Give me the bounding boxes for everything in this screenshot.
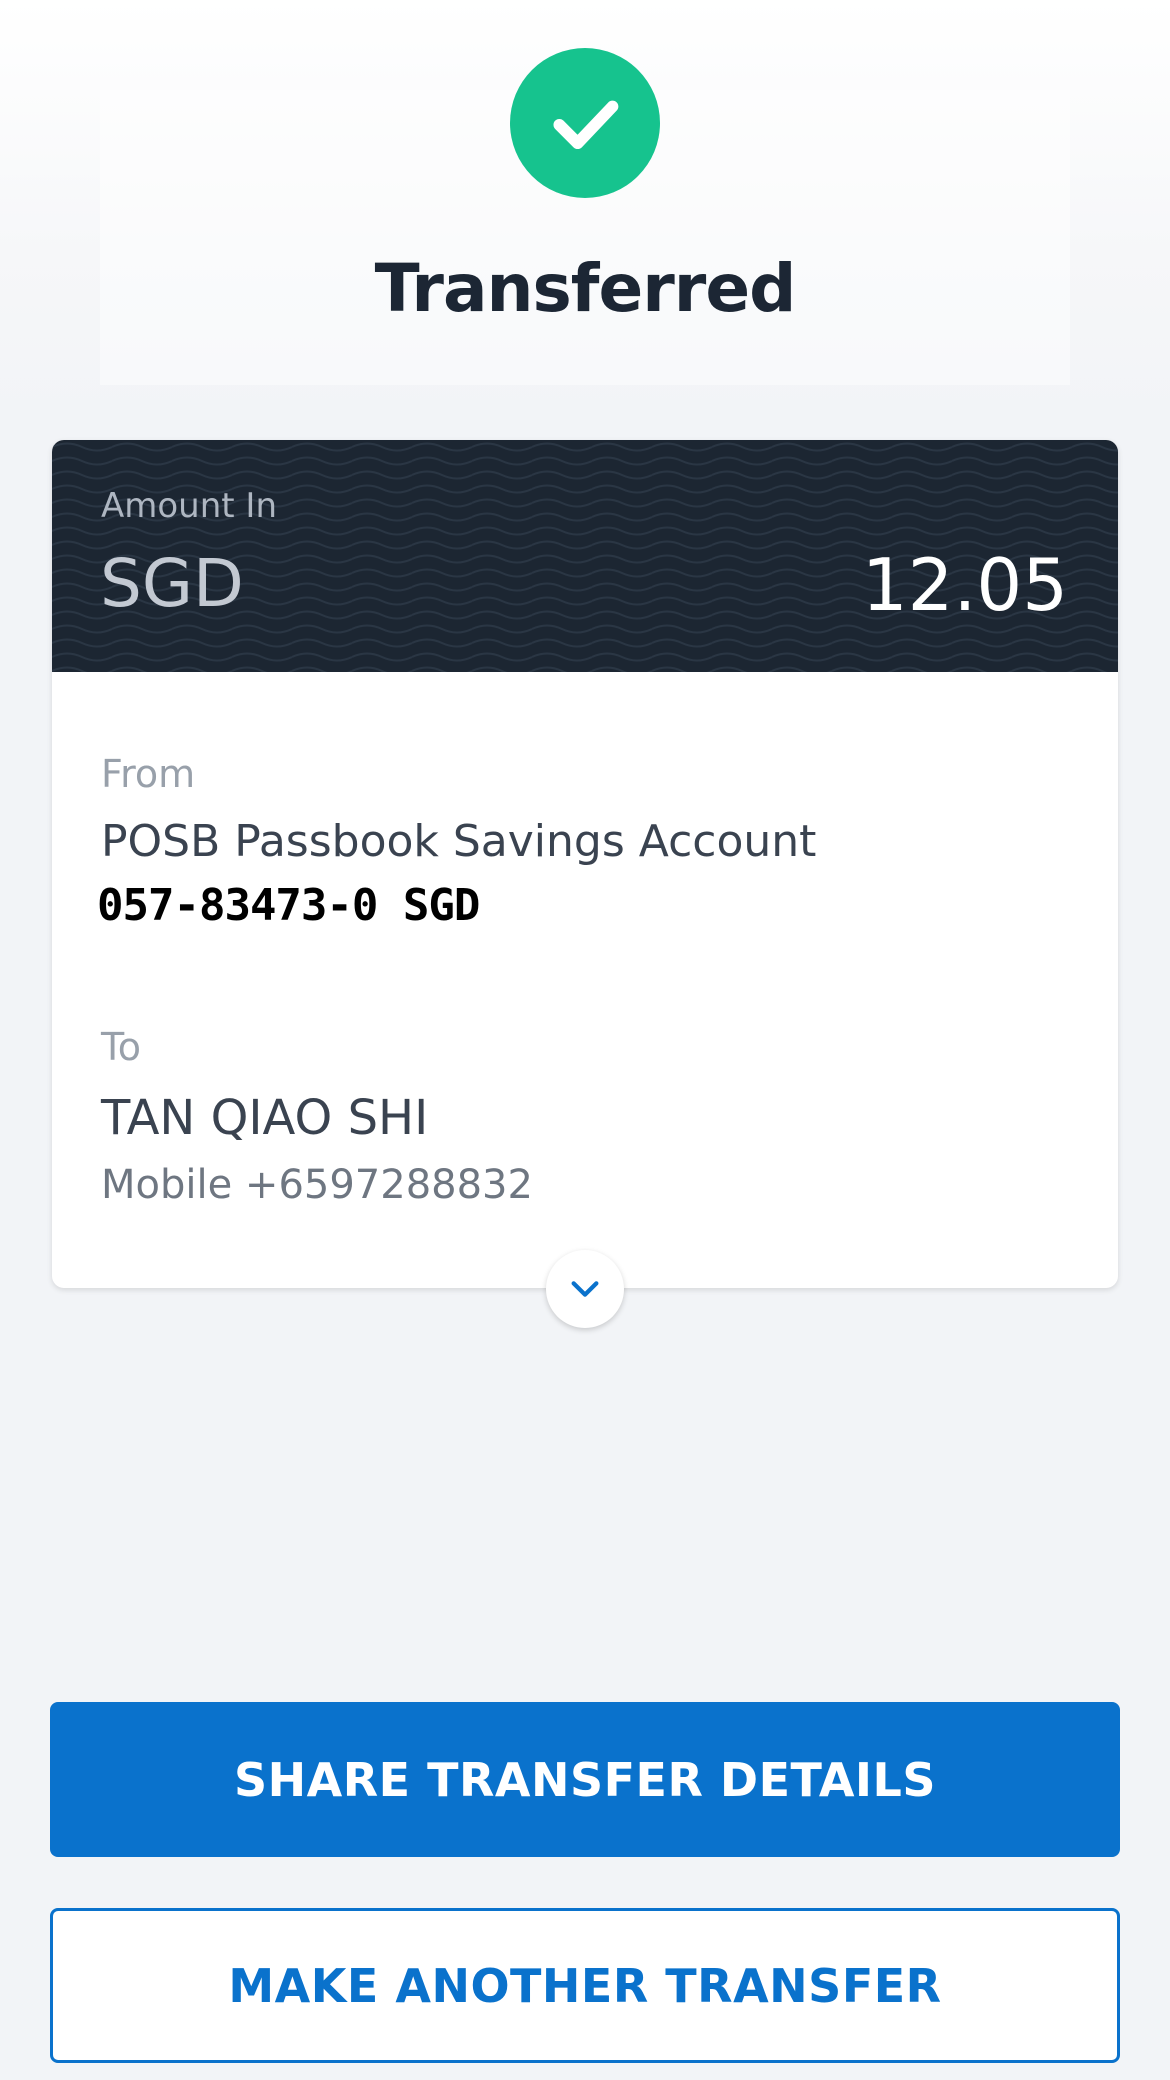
recipient-mobile: Mobile +6597288832 [101,1162,533,1208]
from-account-name: POSB Passbook Savings Account [101,816,817,867]
from-label: From [101,752,196,796]
amount-label: Amount In [101,486,277,526]
from-account-number: 057-83473-0 SGD [97,880,480,931]
share-transfer-details-button[interactable]: SHARE TRANSFER DETAILS [50,1702,1120,1857]
amount-value: 12.05 [861,543,1068,627]
amount-band: Amount In SGD 12.05 [52,440,1118,672]
recipient-name: TAN QIAO SHI [101,1090,429,1146]
currency-code: SGD [100,545,244,622]
expand-details-button[interactable] [546,1250,624,1328]
make-another-transfer-button[interactable]: MAKE ANOTHER TRANSFER [50,1908,1120,2063]
page-title: Transferred [374,250,797,327]
to-label: To [101,1025,142,1069]
success-badge [510,48,660,198]
transfer-summary-card: Amount In SGD 12.05 From POSB Passbook S… [52,440,1118,1328]
checkmark-icon [553,100,619,150]
chevron-down-icon [571,1281,599,1297]
